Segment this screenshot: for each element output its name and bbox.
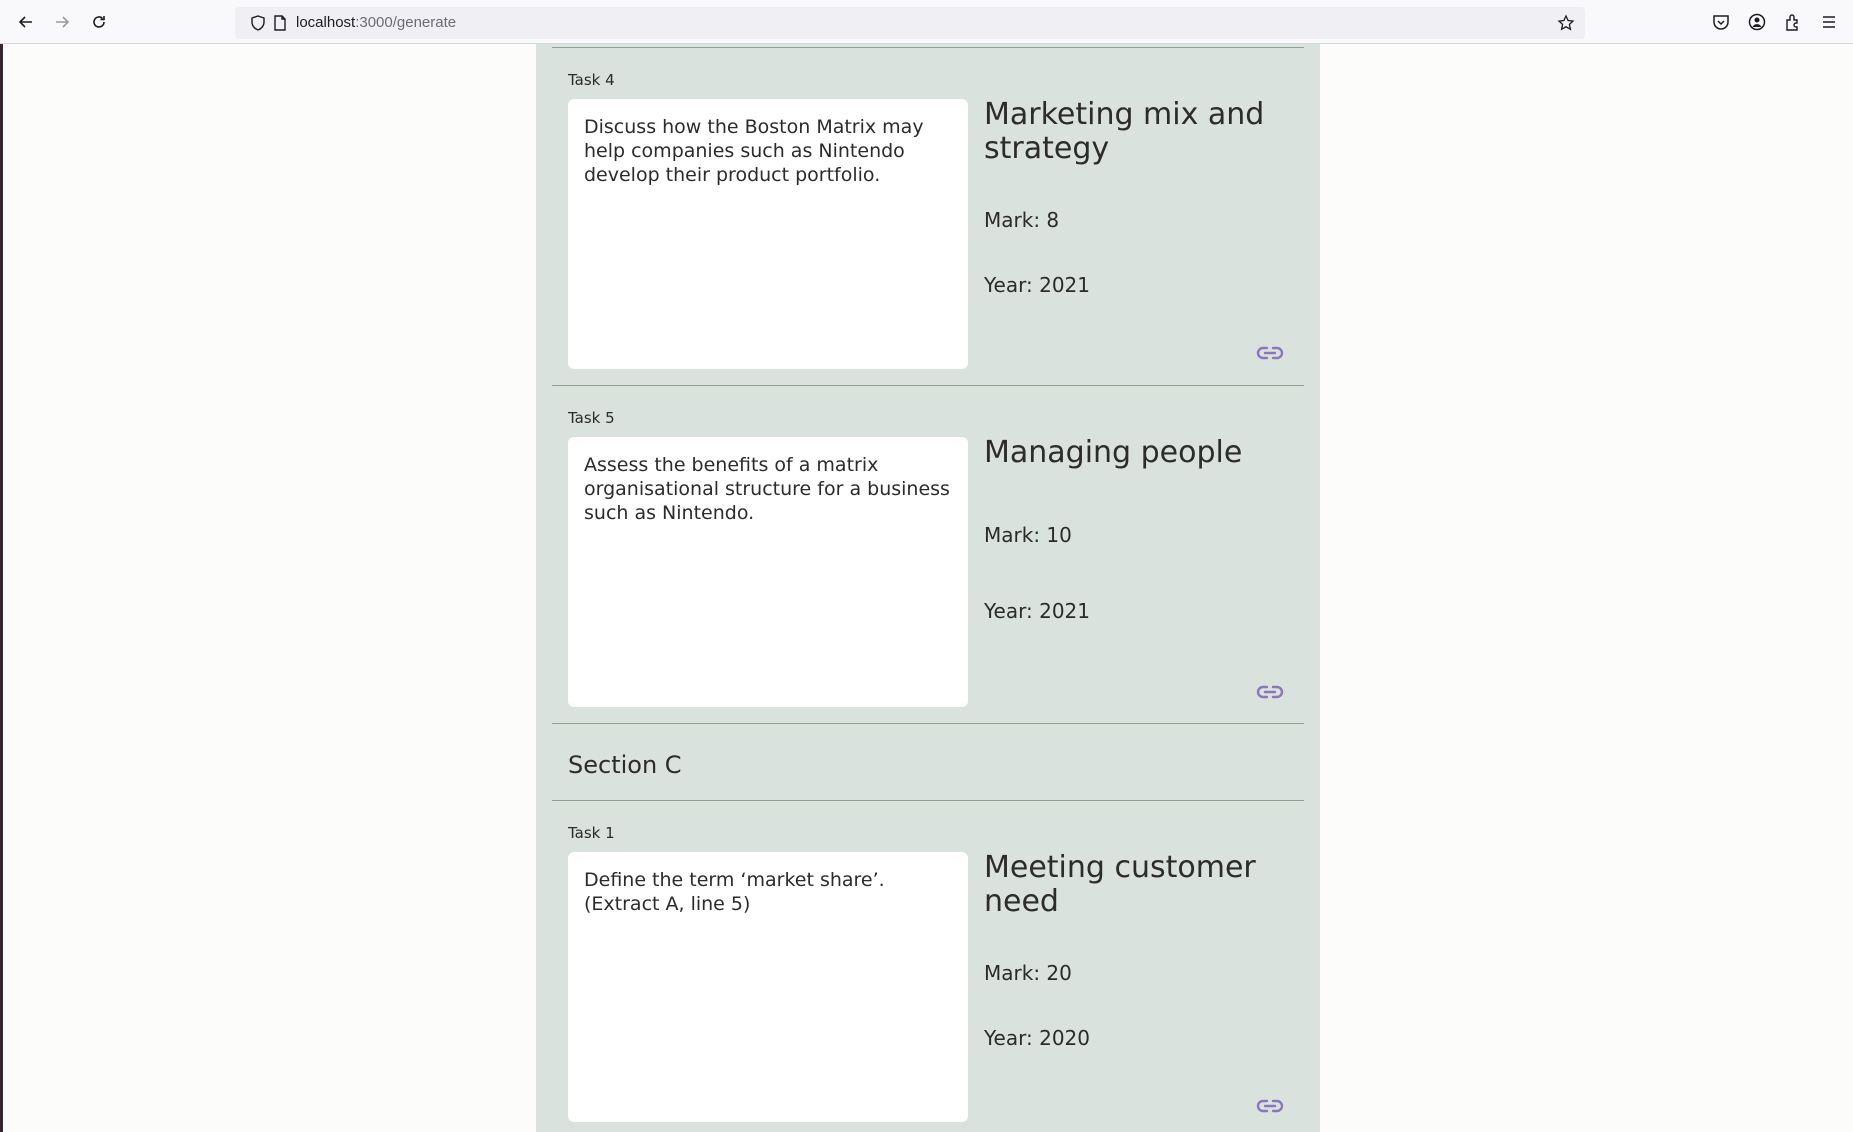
year-label: Year: 2021 bbox=[984, 273, 1090, 297]
back-button[interactable] bbox=[12, 8, 40, 36]
mark-label: Mark: 8 bbox=[984, 208, 1060, 232]
extensions-icon[interactable] bbox=[1783, 12, 1803, 32]
arrow-right-icon bbox=[56, 16, 70, 28]
divider bbox=[552, 800, 1304, 801]
question-box: Assess the benefits of a matrix organisa… bbox=[568, 437, 968, 707]
forward-button[interactable] bbox=[48, 8, 76, 36]
mark-label: Mark: 20 bbox=[984, 961, 1072, 985]
page-icon[interactable] bbox=[271, 14, 289, 32]
mark-label: Mark: 10 bbox=[984, 523, 1072, 547]
divider bbox=[552, 385, 1304, 386]
shield-icon[interactable] bbox=[249, 14, 267, 32]
divider bbox=[552, 723, 1304, 724]
link-icon bbox=[1256, 346, 1284, 360]
year-label: Year: 2021 bbox=[984, 599, 1090, 623]
reload-icon bbox=[93, 16, 105, 28]
divider bbox=[552, 47, 1304, 48]
bookmark-star-icon[interactable] bbox=[1557, 14, 1575, 32]
url-text[interactable]: localhost:3000/generate bbox=[296, 14, 456, 31]
link-button[interactable] bbox=[1254, 337, 1286, 369]
reload-button[interactable] bbox=[85, 8, 113, 36]
task-label: Task 4 bbox=[568, 71, 615, 89]
year-label: Year: 2020 bbox=[984, 1026, 1090, 1050]
menu-icon[interactable] bbox=[1819, 12, 1839, 32]
topic-title: Marketing mix and strategy bbox=[984, 97, 1265, 166]
browser-toolbar: localhost:3000/generate bbox=[0, 0, 1853, 44]
account-icon[interactable] bbox=[1747, 12, 1767, 32]
arrow-left-icon bbox=[18, 16, 32, 28]
section-heading: Section C bbox=[568, 751, 682, 779]
address-bar[interactable]: localhost:3000/generate bbox=[235, 7, 1585, 39]
link-button[interactable] bbox=[1254, 676, 1286, 708]
topic-title: Managing people bbox=[984, 435, 1243, 470]
topic-title: Meeting customer need bbox=[984, 850, 1256, 919]
question-box: Discuss how the Boston Matrix may help c… bbox=[568, 99, 968, 369]
window-edge bbox=[0, 44, 3, 1132]
link-button[interactable] bbox=[1254, 1090, 1286, 1122]
pocket-icon[interactable] bbox=[1711, 12, 1731, 32]
task-label: Task 1 bbox=[568, 824, 615, 842]
task-label: Task 5 bbox=[568, 409, 615, 427]
task-list-panel: Task 4 Discuss how the Boston Matrix may… bbox=[536, 44, 1320, 1132]
link-icon bbox=[1256, 1099, 1284, 1113]
question-box: Define the term ‘market share’. (Extract… bbox=[568, 852, 968, 1122]
link-icon bbox=[1256, 685, 1284, 699]
